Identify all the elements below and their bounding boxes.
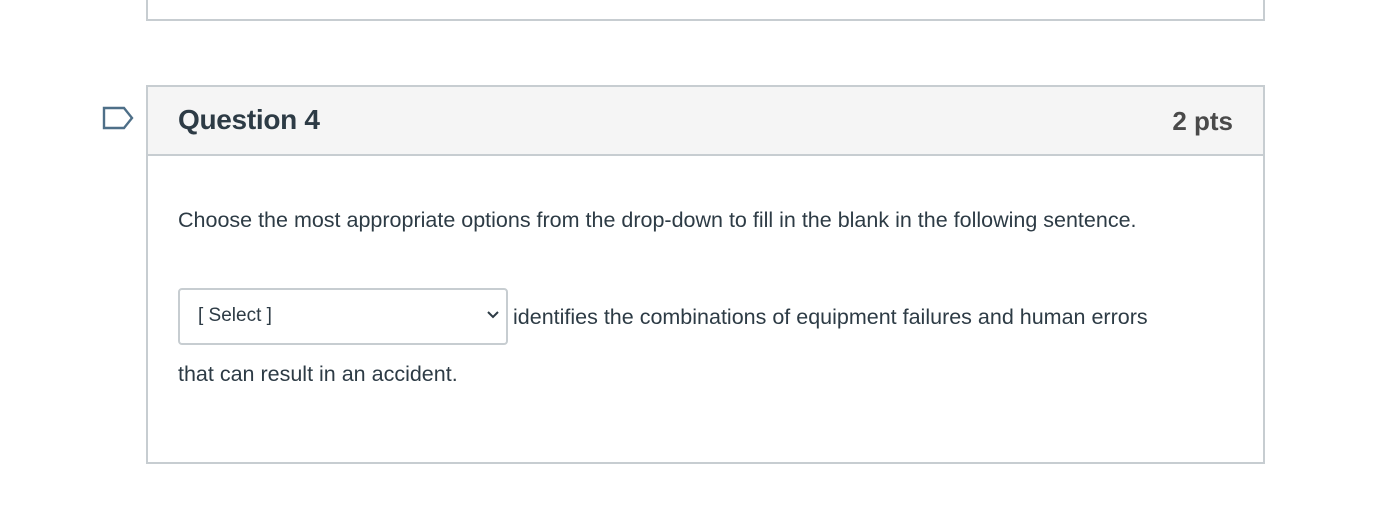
quiz-page: Question 4 2 pts Choose the most appropr… — [0, 0, 1399, 505]
question-header: Question 4 2 pts — [148, 87, 1263, 156]
dropdown-selected-value: [ Select ] — [198, 305, 272, 326]
previous-question-card — [146, 0, 1265, 21]
answer-dropdown[interactable]: [ Select ] — [178, 288, 508, 345]
question-prompt: Choose the most appropriate options from… — [178, 208, 1137, 232]
sentence-continued: that can result in an accident. — [178, 362, 458, 386]
flag-question-icon[interactable] — [102, 105, 136, 133]
sentence-after-blank: identifies the combinations of equipment… — [513, 305, 1148, 329]
chevron-down-icon — [487, 311, 499, 319]
question-points: 2 pts — [1172, 106, 1233, 136]
question-card: Question 4 2 pts Choose the most appropr… — [146, 85, 1265, 464]
question-title: Question 4 — [178, 104, 320, 135]
